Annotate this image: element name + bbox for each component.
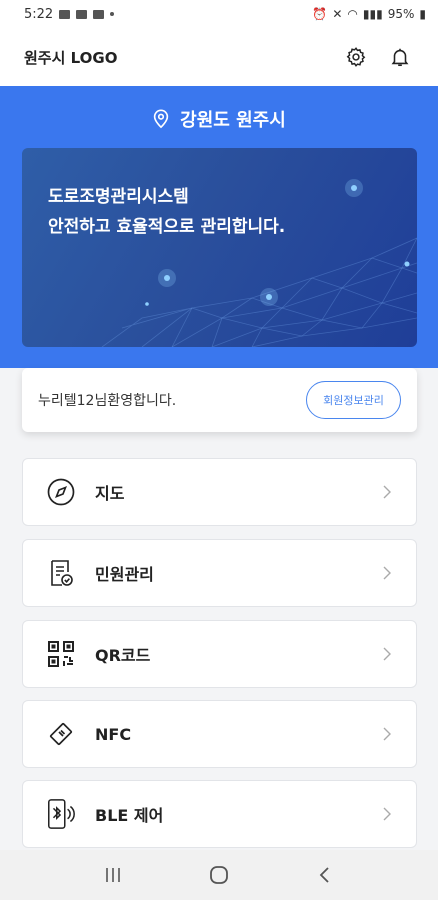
complaint-document-icon <box>45 557 77 589</box>
location-header: 강원도 원주시 <box>0 106 438 132</box>
chevron-right-icon <box>383 647 391 661</box>
chevron-right-icon <box>383 485 391 499</box>
compass-icon <box>45 476 77 508</box>
signal-icon: ▮▮▮ <box>362 7 383 21</box>
banner-title: 도로조명관리시스템 안전하고 효율적으로 관리합니다. <box>48 182 285 242</box>
mute-icon: ✕ <box>332 7 343 21</box>
gear-icon[interactable] <box>344 45 368 69</box>
banner-line-2: 안전하고 효율적으로 관리합니다. <box>48 217 286 237</box>
bluetooth-phone-icon <box>45 798 77 830</box>
location-pin-icon <box>153 109 169 129</box>
hero-banner: 도로조명관리시스템 안전하고 효율적으로 관리합니다. <box>22 148 417 347</box>
member-info-button[interactable]: 회원정보관리 <box>306 381 401 419</box>
network-mesh-graphic <box>101 179 417 347</box>
home-icon[interactable] <box>199 855 239 895</box>
welcome-message: 누리텔12님환영합니다. <box>38 390 176 410</box>
menu-label-complaint: 민원관리 <box>95 565 154 584</box>
chevron-right-icon <box>383 807 391 821</box>
chevron-right-icon <box>383 566 391 580</box>
menu-item-map[interactable]: 지도 <box>22 458 417 526</box>
status-bar: 5:22 ⏰ ✕ ◠ ▮▮▮ 95% ▮ <box>0 0 438 28</box>
recent-apps-icon[interactable] <box>93 855 133 895</box>
back-icon[interactable] <box>305 855 345 895</box>
alarm-icon: ⏰ <box>312 7 328 21</box>
welcome-suffix: 님환영합니다. <box>94 393 177 409</box>
menu-item-complaint[interactable]: 민원관리 <box>22 539 417 607</box>
message-notification-icon <box>76 9 88 19</box>
menu-item-nfc[interactable]: NFC <box>22 700 417 768</box>
gallery-notification-icon <box>59 9 71 19</box>
menu-label-map: 지도 <box>95 484 125 503</box>
battery-icon: ▮ <box>419 7 426 21</box>
user-name: 누리텔12 <box>38 393 95 409</box>
card-notification-icon <box>93 9 105 19</box>
battery-level: 95% <box>387 7 415 21</box>
welcome-card: 누리텔12님환영합니다. 회원정보관리 <box>22 368 417 432</box>
menu-item-qr[interactable]: QR코드 <box>22 620 417 688</box>
location-label: 강원도 원주시 <box>180 110 286 131</box>
menu-label-ble: BLE 제어 <box>95 806 164 825</box>
menu-label-nfc: NFC <box>95 724 132 744</box>
hero-section: 강원도 원주시 도로조명관리시스템 안전하고 효율적으로 관리합니다. <box>0 86 438 368</box>
menu-label-qr: QR코드 <box>95 646 151 665</box>
nfc-tag-icon <box>45 718 77 750</box>
menu-item-ble[interactable]: BLE 제어 <box>22 780 417 848</box>
wifi-icon: ◠ <box>347 7 358 21</box>
system-navigation-bar <box>0 850 438 900</box>
more-notifications-icon <box>110 12 115 16</box>
app-logo: 원주시 LOGO <box>24 48 118 67</box>
qr-code-icon <box>45 638 77 670</box>
status-time: 5:22 <box>24 6 54 22</box>
banner-line-1: 도로조명관리시스템 <box>48 187 189 207</box>
chevron-right-icon <box>383 727 391 741</box>
app-header: 원주시 LOGO <box>0 28 438 86</box>
bell-icon[interactable] <box>388 45 412 69</box>
